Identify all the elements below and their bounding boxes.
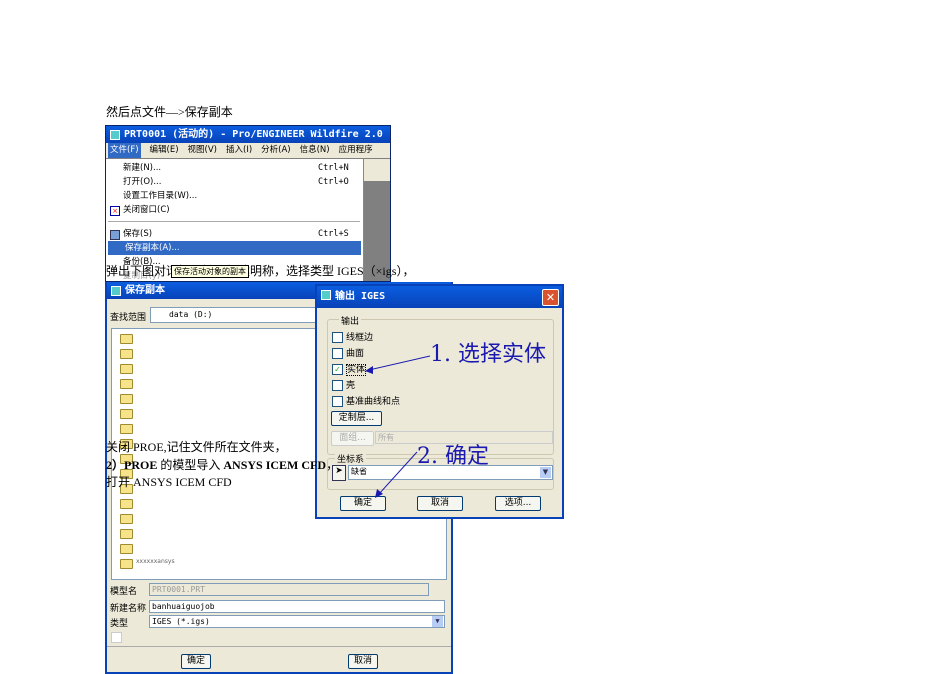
folder-icon xyxy=(120,379,133,389)
proe-text: PROE xyxy=(124,458,158,472)
folder-name[interactable]: xxxxxxansys xyxy=(136,558,175,565)
type-value: IGES (*.igs) xyxy=(152,617,210,626)
folder-icon xyxy=(120,499,133,509)
close-window-icon: × xyxy=(110,206,120,216)
folder-icon xyxy=(120,349,133,359)
ansys-text: ANSYS ICEM CFD xyxy=(223,458,327,472)
menu-item-workdir[interactable]: 设置工作目录(W)... xyxy=(106,189,361,203)
menu-item-close[interactable]: × 关闭窗口(C) xyxy=(106,203,361,217)
iges-dialog: 输出 IGES ✕ 输出 线框边 曲面 ✓ 实体 壳 基准曲线和点 定制层... … xyxy=(315,284,564,519)
menu-bar: 文件(F) 编辑(E) 视图(V) 插入(I) 分析(A) 信息(N) 应用程序 xyxy=(106,143,390,158)
shortcut: Ctrl+N xyxy=(318,163,349,173)
arrow-2 xyxy=(378,451,418,495)
doc-line-3: 关闭 PROE,记住文件所在文件夹， xyxy=(106,440,287,454)
menu-applications[interactable]: 应用程序 xyxy=(339,143,373,158)
doc-line-5: 打开 ANSYS ICEM CFD xyxy=(106,475,232,489)
menu-edit[interactable]: 编辑(E) xyxy=(150,143,179,158)
menu-info[interactable]: 信息(N) xyxy=(300,143,330,158)
doc-line-4: 2）PROE 的模型导入 ANSYS ICEM CFD， xyxy=(106,456,338,473)
folder-icon xyxy=(120,424,133,434)
menu-analysis[interactable]: 分析(A) xyxy=(261,143,290,158)
toolbar-strip xyxy=(363,159,390,181)
checkbox[interactable] xyxy=(111,632,122,643)
folder-icon xyxy=(120,514,133,524)
menu-item-new[interactable]: 新建(N)... Ctrl+N xyxy=(106,161,361,175)
cancel-button[interactable]: 取消 xyxy=(348,654,378,669)
label: 新建(N)... xyxy=(123,163,162,173)
folder-icon xyxy=(120,334,133,344)
folder-icon xyxy=(120,409,133,419)
label: 保存副本(A)... xyxy=(125,243,180,253)
proe-title: PRT0001 (活动的) - Pro/ENGINEER Wildfire 2.… xyxy=(106,126,390,143)
menu-file[interactable]: 文件(F) xyxy=(108,143,141,158)
step-number: 2） xyxy=(106,458,125,472)
doc-line-1: 然后点文件—>保存副本 xyxy=(106,105,233,119)
shortcut: Ctrl+O xyxy=(318,177,349,187)
proe-window: PRT0001 (活动的) - Pro/ENGINEER Wildfire 2.… xyxy=(105,125,391,282)
label: 关闭窗口(C) xyxy=(123,205,170,215)
chevron-down-icon: ▼ xyxy=(432,616,443,627)
menu-insert[interactable]: 插入(I) xyxy=(226,143,252,158)
newname-label: 新建名称 xyxy=(110,604,147,614)
type-select[interactable]: IGES (*.igs) ▼ xyxy=(149,615,445,628)
folder-icon xyxy=(120,394,133,404)
folder-icon xyxy=(120,529,133,539)
lookin-value: data (D:) xyxy=(169,310,213,319)
tooltip: 保存活动对象的副本 xyxy=(171,265,249,278)
menu-view[interactable]: 视图(V) xyxy=(188,143,217,158)
shortcut: Ctrl+S xyxy=(318,229,349,239)
label: 保存(S) xyxy=(123,229,153,239)
folder-icon xyxy=(120,364,133,374)
arrow-1 xyxy=(368,355,431,371)
menu-item-open[interactable]: 打开(O)... Ctrl+O xyxy=(106,175,361,189)
label: 设置工作目录(W)... xyxy=(123,191,198,201)
annotation-arrows xyxy=(365,355,431,498)
arrow-1-head xyxy=(365,366,373,374)
folder-icon xyxy=(120,544,133,554)
model-name-field: PRT0001.PRT xyxy=(149,583,429,596)
ok-button[interactable]: 确定 xyxy=(181,654,211,669)
doc-line-2: 弹出下图对话框，输入新建明称，选择类型 IGES（×igs）， xyxy=(106,264,415,278)
text: 的模型导入 xyxy=(157,458,224,472)
save-icon xyxy=(110,230,120,240)
divider xyxy=(108,221,360,222)
text: ， xyxy=(326,458,339,472)
new-name-input[interactable]: banhuaiguojob xyxy=(149,600,445,613)
divider xyxy=(107,646,451,647)
label: 打开(O)... xyxy=(123,177,162,187)
lookin-select[interactable]: data (D:) xyxy=(150,307,330,323)
model-label: 模型名 xyxy=(110,587,138,597)
lookin-label: 查找范围 xyxy=(110,313,147,323)
menu-item-save[interactable]: 保存(S) Ctrl+S xyxy=(106,227,361,241)
type-label: 类型 xyxy=(110,619,129,629)
menu-item-save-copy[interactable]: 保存副本(A)... xyxy=(108,241,361,255)
folder-icon xyxy=(120,559,133,569)
